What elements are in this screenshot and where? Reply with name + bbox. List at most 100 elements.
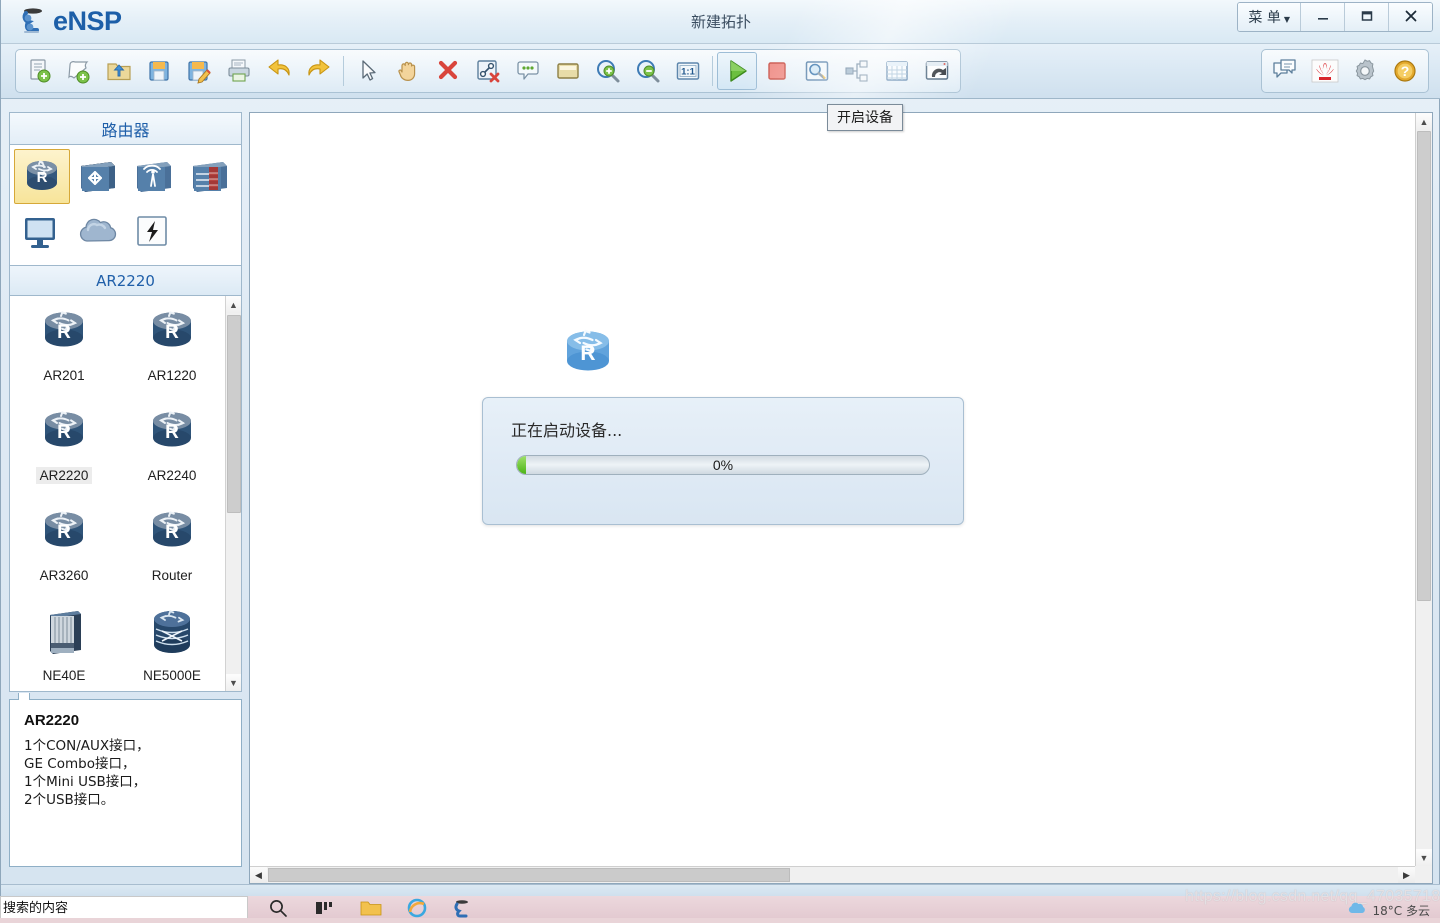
svg-text:R: R (165, 322, 179, 343)
category-cloud[interactable] (70, 204, 126, 259)
close-button[interactable] (1388, 3, 1432, 31)
delete-link-icon[interactable] (468, 52, 508, 90)
save-as-icon[interactable] (179, 52, 219, 90)
redo-icon[interactable] (299, 52, 339, 90)
start-device-icon[interactable] (717, 52, 757, 90)
model-group-title: AR2220 (9, 266, 242, 296)
toolbar-right-group: ? (1261, 49, 1429, 93)
device-model-item[interactable]: R Router (118, 502, 226, 602)
description-line-2: GE Combo接口， (24, 756, 136, 772)
device-model-item[interactable]: R AR1220 (118, 302, 226, 402)
main-toolbar: 1:1 ? (1, 44, 1440, 99)
topology-tree-icon[interactable] (837, 52, 877, 90)
scrollbar-corner (1415, 866, 1432, 883)
help-icon[interactable]: ? (1385, 52, 1425, 90)
category-wlan[interactable] (126, 149, 182, 204)
zoom-reset-icon[interactable]: 1:1 (668, 52, 708, 90)
category-connection[interactable] (126, 204, 182, 259)
canvas-scroll-up-icon[interactable]: ▲ (1416, 113, 1432, 130)
router-icon: R (36, 507, 92, 562)
search-popup-panel[interactable]: 搜索的内容 (0, 896, 248, 918)
scrollbar-thumb[interactable] (227, 315, 241, 513)
scroll-up-icon[interactable]: ▲ (226, 296, 241, 313)
device-model-label: Router (151, 568, 193, 583)
category-firewall[interactable] (182, 149, 238, 204)
startup-progress-dialog: 正在启动设备... 0% (482, 397, 964, 525)
weather-icon (1347, 901, 1365, 920)
description-pointer (18, 693, 30, 700)
device-sidebar: 路由器 R AR2220 R AR201 R AR1220 R AR2220 R… (9, 112, 242, 884)
device-model-list: R AR201 R AR1220 R AR2220 R AR2240 R AR3… (9, 296, 242, 692)
device-model-label: NE40E (42, 668, 86, 683)
capture-packet-icon[interactable] (797, 52, 837, 90)
ensp-taskbar-icon[interactable] (452, 898, 472, 918)
new-topology-icon[interactable] (19, 52, 59, 90)
model-list-scrollbar[interactable]: ▲ ▼ (225, 296, 241, 691)
device-model-label: AR201 (43, 368, 85, 383)
settings-gear-icon[interactable] (1345, 52, 1385, 90)
scroll-down-icon[interactable]: ▼ (226, 674, 241, 691)
zoom-out-icon[interactable] (628, 52, 668, 90)
category-terminal[interactable] (14, 204, 70, 259)
description-title: AR2220 (24, 712, 80, 729)
svg-text:R: R (37, 169, 48, 186)
close-icon (1403, 8, 1419, 27)
canvas-scroll-right-icon[interactable]: ▶ (1398, 867, 1415, 883)
canvas-scroll-down-icon[interactable]: ▼ (1416, 849, 1432, 866)
zoom-in-icon[interactable] (588, 52, 628, 90)
device-model-label: NE5000E (143, 668, 201, 683)
file-explorer-icon[interactable] (360, 898, 382, 918)
device-model-item[interactable]: R AR3260 (10, 502, 118, 602)
router-icon: R (36, 407, 92, 462)
add-shape-icon[interactable] (548, 52, 588, 90)
core-router-icon (144, 607, 200, 662)
router-icon: R (144, 507, 200, 562)
browser-icon[interactable] (406, 898, 427, 918)
device-model-item[interactable]: NE5000E (118, 602, 226, 691)
canvas-viewport[interactable]: R 正在启动设备... 0% (250, 113, 1415, 866)
huawei-logo-icon[interactable] (1305, 52, 1345, 90)
canvas-vscroll-thumb[interactable] (1417, 131, 1431, 601)
menu-button[interactable]: 菜 单 ▼ (1238, 3, 1300, 31)
category-switch[interactable] (70, 149, 126, 204)
minimize-button[interactable] (1300, 3, 1344, 31)
delete-icon[interactable] (428, 52, 468, 90)
comment-icon[interactable] (1265, 52, 1305, 90)
canvas-horizontal-scrollbar[interactable]: ◀ ▶ (250, 866, 1415, 883)
pan-hand-icon[interactable] (388, 52, 428, 90)
device-model-item[interactable]: R AR2220 (10, 402, 118, 502)
save-icon[interactable] (139, 52, 179, 90)
add-note-icon[interactable] (508, 52, 548, 90)
device-model-label: AR2240 (147, 468, 197, 483)
undo-icon[interactable] (259, 52, 299, 90)
canvas-scroll-left-icon[interactable]: ◀ (250, 867, 267, 883)
svg-text:R: R (57, 322, 71, 343)
progress-percent-label: 0% (712, 457, 734, 473)
stop-device-icon[interactable] (757, 52, 797, 90)
device-description-panel: AR2220 1个CON/AUX接口， GE Combo接口， 1个Mini U… (9, 693, 242, 867)
category-router[interactable]: R (14, 149, 70, 204)
canvas-hscroll-thumb[interactable] (268, 868, 790, 882)
description-line-3: 1个Mini USB接口， (24, 774, 147, 790)
device-model-item[interactable]: NE40E (10, 602, 118, 691)
system-tray[interactable]: 18°C 多云 (1347, 901, 1430, 920)
toolbar-button-group: 1:1 (15, 49, 961, 93)
topology-canvas[interactable]: R 正在启动设备... 0% ▲ ▼ ◀ ▶ (249, 112, 1433, 884)
search-icon[interactable] (268, 898, 288, 918)
restore-window-icon[interactable] (917, 52, 957, 90)
device-model-item[interactable]: R AR2240 (118, 402, 226, 502)
new-scroll-icon[interactable] (59, 52, 99, 90)
task-view-icon[interactable] (314, 898, 334, 918)
maximize-icon (1360, 9, 1374, 26)
router-icon: R (144, 307, 200, 362)
print-icon[interactable] (219, 52, 259, 90)
menu-button-label: 菜 单 (1248, 10, 1281, 26)
open-folder-icon[interactable] (99, 52, 139, 90)
grid-icon[interactable] (877, 52, 917, 90)
device-model-item[interactable]: R AR201 (10, 302, 118, 402)
canvas-vertical-scrollbar[interactable]: ▲ ▼ (1415, 113, 1432, 866)
select-cursor-icon[interactable] (348, 52, 388, 90)
svg-text:R: R (165, 422, 179, 443)
maximize-button[interactable] (1344, 3, 1388, 31)
canvas-device-router[interactable]: R (557, 325, 619, 386)
